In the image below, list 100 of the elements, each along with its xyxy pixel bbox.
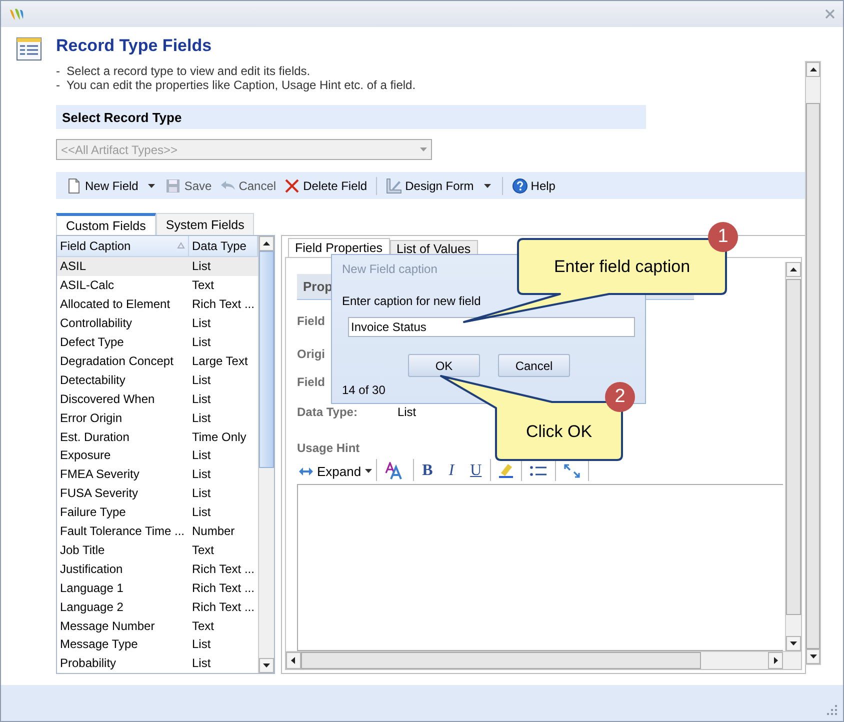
table-cell-text: Allocated to Element: [59, 297, 172, 312]
dialog-prompt: Enter caption for new field: [342, 294, 481, 308]
scroll-down-button[interactable]: [259, 658, 274, 673]
scroll-right-button[interactable]: [768, 652, 783, 669]
bulleted-list-icon: [530, 466, 547, 476]
field-label: Field: [297, 314, 326, 328]
table-cell-text: Text: [191, 278, 216, 292]
instruction-text: - Select a record type to view and edit its fields.: [56, 64, 312, 78]
field-label: Origi: [297, 347, 326, 361]
scroll-thumb[interactable]: [806, 103, 820, 649]
ruler-pencil-icon: [386, 178, 402, 194]
scrollbar[interactable]: [785, 262, 801, 651]
table-cell-text: List: [191, 505, 212, 520]
field-value: List: [397, 405, 416, 419]
document-icon: [66, 178, 82, 194]
caption-input[interactable]: Invoice Status: [348, 317, 635, 337]
table-cell-text: Failure Type: [59, 505, 127, 520]
callout-text: Enter field caption: [554, 257, 690, 277]
toolbar-button[interactable]: New Field: [64, 176, 140, 196]
list-document-icon: [16, 37, 42, 61]
table-cell-text: List: [191, 410, 212, 425]
scroll-thumb[interactable]: [259, 251, 274, 468]
horizontal-scrollbar[interactable]: [286, 651, 801, 669]
table-cell-text: Degradation Concept: [59, 354, 174, 368]
table-cell-text: List: [191, 637, 212, 652]
toolbar-button[interactable]: Delete Field: [282, 176, 370, 196]
arrow-right-icon: [772, 657, 779, 664]
table-cell-text: Error Origin: [59, 410, 124, 425]
table-cell-text: Language 2: [59, 600, 124, 614]
scrollbar[interactable]: [258, 236, 274, 673]
caret-icon: [484, 184, 491, 188]
arrow-down-icon: [790, 640, 797, 647]
arrow-up-icon: [263, 240, 270, 247]
scroll-left-button[interactable]: [286, 652, 301, 669]
table-cell-text: Message Number: [59, 618, 156, 633]
app-logo-icon: [9, 7, 25, 21]
table-cell-text: Rich Text ...: [191, 580, 256, 595]
callout-text: Click OK: [526, 422, 592, 442]
arrow-down-icon: [420, 146, 427, 153]
tab[interactable]: Custom Fields: [56, 213, 156, 235]
highlighter-icon: [498, 464, 513, 478]
arrow-up-icon: [790, 266, 797, 273]
table-cell-text: Discovered When: [59, 392, 156, 406]
table-cell-text: List: [191, 656, 212, 670]
page-title: Record Type Fields: [56, 36, 213, 57]
table-cell-text: Text: [191, 542, 216, 557]
scroll-down-button[interactable]: [786, 636, 801, 651]
table-cell-text: Est. Duration: [59, 430, 130, 444]
resize-grip-icon[interactable]: [827, 705, 837, 715]
arrow-down-icon: [810, 653, 816, 660]
table-cell-text: Defect Type: [59, 334, 125, 349]
scroll-thumb[interactable]: [301, 652, 701, 669]
tab[interactable]: System Fields: [156, 213, 254, 235]
table-cell-text: Rich Text ...: [191, 562, 256, 576]
table-cell-text: Message Type: [59, 637, 139, 652]
ok-button[interactable]: OK: [408, 354, 480, 377]
underline-button[interactable]: U: [462, 461, 490, 481]
scroll-thumb[interactable]: [786, 279, 801, 615]
dialog-title: New Field caption: [342, 262, 438, 276]
table-cell-text: Large Text: [191, 354, 249, 368]
table-cell-text: List: [191, 467, 212, 482]
table-cell-text: Justification: [59, 562, 124, 576]
table-cell-text: Job Title: [59, 542, 106, 557]
table-cell-text: List: [191, 259, 212, 274]
section-heading: Select Record Type: [62, 110, 182, 124]
table-cell-text: List: [191, 448, 212, 462]
table-cell-text: List: [191, 316, 212, 330]
scroll-up-button[interactable]: [806, 62, 820, 77]
table-cell-text: Probability: [59, 656, 118, 670]
italic-button[interactable]: I: [440, 461, 462, 481]
horizontal-arrows-icon: [299, 466, 313, 476]
toolbar-button[interactable]: Help: [510, 176, 558, 196]
instruction-text: - You can edit the properties like Caption, Usage Hint etc. of a field.: [56, 78, 417, 92]
scroll-up-button[interactable]: [786, 262, 801, 277]
scrollbar[interactable]: [805, 61, 821, 665]
table-cell-text: Controllability: [59, 316, 134, 330]
table-cell-text: FUSA Severity: [59, 486, 140, 500]
field-label: Field: [297, 375, 326, 389]
table-cell-text: Rich Text ...: [191, 600, 256, 614]
table-cell-text: List: [191, 334, 212, 349]
step-number-badge: 1: [708, 222, 738, 252]
toolbar-button[interactable]: Design Form: [384, 176, 476, 196]
tab[interactable]: Field Properties: [288, 238, 390, 257]
arrow-down-icon: [263, 662, 270, 669]
cancel-button[interactable]: Cancel: [498, 354, 570, 377]
expand-button[interactable]: Expand: [297, 461, 376, 481]
bold-button[interactable]: B: [414, 461, 441, 481]
counter-text: 14 of 30: [342, 383, 386, 397]
table-cell-text: Time Only: [191, 430, 248, 444]
column-header[interactable]: Field Caption: [57, 236, 189, 256]
table-cell-text: Exposure: [59, 448, 112, 462]
field-label: Usage Hint: [297, 441, 360, 455]
scroll-down-button[interactable]: [806, 649, 820, 664]
grid-row[interactable]: ASIL List: [57, 256, 258, 276]
field-label: Data Type:: [297, 405, 358, 419]
fullscreen-icon: [564, 464, 580, 478]
caret-icon: [365, 469, 372, 473]
table-cell-text: ASIL: [59, 259, 88, 274]
scroll-up-button[interactable]: [259, 236, 274, 251]
table-cell-text: ASIL-Calc: [59, 278, 116, 292]
